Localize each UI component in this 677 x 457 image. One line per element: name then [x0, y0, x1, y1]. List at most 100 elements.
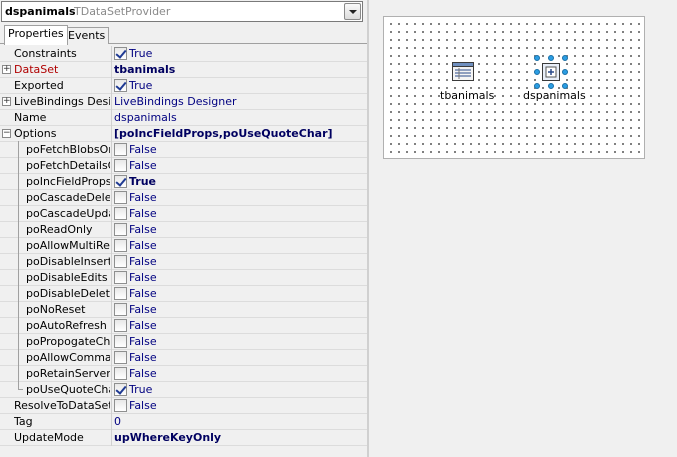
option-row[interactable]: poDisableInserts False [0, 254, 367, 270]
property-value[interactable]: False [129, 255, 157, 268]
property-value[interactable]: True [129, 47, 152, 60]
property-value[interactable]: 0 [114, 415, 121, 428]
property-checkbox[interactable] [114, 303, 127, 316]
property-value[interactable]: dspanimals [114, 111, 177, 124]
option-row[interactable]: poAllowMultiRecordUpdates False [0, 238, 367, 254]
component-selector[interactable]: dspanimals TDataSetProvider [1, 1, 363, 22]
property-value[interactable]: LiveBindings Designer [114, 95, 237, 108]
property-value[interactable]: tbanimals [114, 63, 175, 76]
option-row[interactable]: poCascadeDeletes False [0, 190, 367, 206]
property-row[interactable]: − Options [poIncFieldProps,poUseQuoteChar] [0, 126, 367, 142]
property-checkbox[interactable] [114, 383, 127, 396]
property-checkbox[interactable] [114, 255, 127, 268]
column-divider [111, 46, 112, 62]
property-value[interactable]: False [129, 191, 157, 204]
dspanimals-component[interactable] [539, 60, 563, 84]
property-checkbox[interactable] [114, 223, 127, 236]
selected-component-name: dspanimals [5, 5, 76, 18]
property-checkbox[interactable] [114, 207, 127, 220]
property-value[interactable]: False [129, 303, 157, 316]
column-divider [111, 238, 112, 254]
option-row[interactable]: poIncFieldProps True [0, 174, 367, 190]
property-value[interactable]: True [129, 79, 152, 92]
property-value[interactable]: False [129, 271, 157, 284]
selection-handle-tr[interactable] [562, 55, 568, 61]
option-row[interactable]: poRetainServerOrder False [0, 366, 367, 382]
column-divider [111, 398, 112, 414]
property-value[interactable]: upWhereKeyOnly [114, 431, 221, 444]
property-value[interactable]: False [129, 239, 157, 252]
property-checkbox[interactable] [114, 287, 127, 300]
property-checkbox[interactable] [114, 351, 127, 364]
property-row[interactable]: Exported True [0, 78, 367, 94]
property-value[interactable]: False [129, 367, 157, 380]
property-value[interactable]: False [129, 223, 157, 236]
property-checkbox[interactable] [114, 47, 127, 60]
property-row[interactable]: Name dspanimals [0, 110, 367, 126]
selection-handle-t[interactable] [548, 55, 554, 61]
property-row[interactable]: +LiveBindings DesignerLiveBindings Desig… [0, 94, 367, 110]
property-value[interactable]: True [129, 383, 152, 396]
option-row[interactable]: poAutoRefresh False [0, 318, 367, 334]
property-value[interactable]: [poIncFieldProps,poUseQuoteChar] [114, 127, 333, 140]
column-divider [111, 286, 112, 302]
property-value[interactable]: False [129, 335, 157, 348]
property-value[interactable]: False [129, 399, 157, 412]
expand-icon[interactable]: + [2, 97, 11, 106]
property-checkbox[interactable] [114, 367, 127, 380]
property-value[interactable]: True [129, 175, 156, 188]
column-divider [111, 414, 112, 430]
property-row[interactable]: Constraints True [0, 46, 367, 62]
tab-properties[interactable]: Properties [4, 25, 68, 45]
option-row[interactable]: poNoReset False [0, 302, 367, 318]
property-checkbox[interactable] [114, 175, 127, 188]
option-row[interactable]: poUseQuoteChar True [0, 382, 367, 398]
property-checkbox[interactable] [114, 239, 127, 252]
column-divider [111, 158, 112, 174]
property-row[interactable]: ResolveToDataSet False [0, 398, 367, 414]
option-row[interactable]: poFetchBlobsOnDemand False [0, 142, 367, 158]
property-value[interactable]: False [129, 207, 157, 220]
selection-handle-tl[interactable] [534, 55, 540, 61]
component-dropdown-button[interactable] [344, 3, 361, 20]
property-row[interactable]: UpdateMode upWhereKeyOnly [0, 430, 367, 446]
option-row[interactable]: poPropogateChanges False [0, 334, 367, 350]
expand-icon[interactable]: + [2, 65, 11, 74]
property-name: poDisableInserts [26, 255, 110, 268]
property-checkbox[interactable] [114, 271, 127, 284]
property-name: poIncFieldProps [26, 175, 110, 188]
tbanimals-component[interactable] [451, 60, 475, 84]
column-divider [111, 110, 112, 126]
option-row[interactable]: poAllowCommandText False [0, 350, 367, 366]
property-value[interactable]: False [129, 351, 157, 364]
option-row[interactable]: poReadOnly False [0, 222, 367, 238]
option-row[interactable]: poCascadeUpdates False [0, 206, 367, 222]
option-row[interactable]: poDisableEdits False [0, 270, 367, 286]
column-divider [111, 350, 112, 366]
column-divider [111, 126, 112, 142]
tab-events[interactable]: Events [64, 27, 110, 44]
property-row[interactable]: Tag 0 [0, 414, 367, 430]
property-row[interactable]: + DataSet tbanimals [0, 62, 367, 78]
data-module-surface[interactable]: tbanimals dspanimals [383, 16, 645, 159]
property-checkbox[interactable] [114, 143, 127, 156]
property-name: Name [14, 111, 47, 124]
option-row[interactable]: poDisableDeletes False [0, 286, 367, 302]
property-value[interactable]: False [129, 287, 157, 300]
property-checkbox[interactable] [114, 191, 127, 204]
property-value[interactable]: False [129, 319, 157, 332]
collapse-icon[interactable]: − [2, 129, 11, 138]
property-checkbox[interactable] [114, 399, 127, 412]
column-divider [111, 94, 112, 110]
property-value[interactable]: False [129, 143, 157, 156]
property-checkbox[interactable] [114, 159, 127, 172]
selection-handle-l[interactable] [534, 69, 540, 75]
property-checkbox[interactable] [114, 335, 127, 348]
property-checkbox[interactable] [114, 319, 127, 332]
property-checkbox[interactable] [114, 79, 127, 92]
property-name: poAllowMultiRecordUpdates [26, 239, 110, 252]
property-name: poUseQuoteChar [26, 383, 110, 396]
option-row[interactable]: poFetchDetailsOnDemand False [0, 158, 367, 174]
property-value[interactable]: False [129, 159, 157, 172]
selection-handle-r[interactable] [562, 69, 568, 75]
